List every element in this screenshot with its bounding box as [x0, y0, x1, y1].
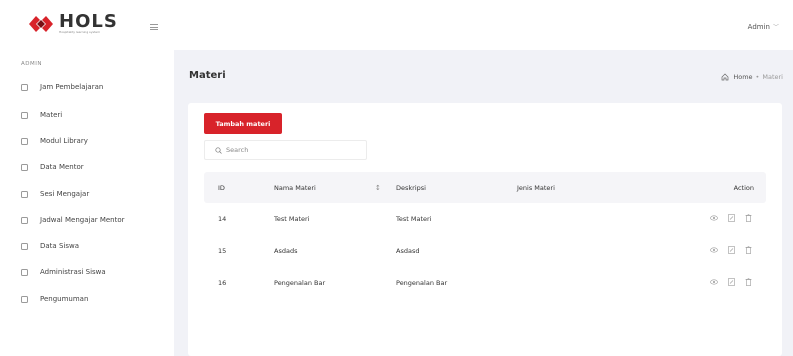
sidebar-item-label: Modul Library	[40, 137, 88, 145]
square-icon	[21, 190, 28, 198]
sidebar-item-jadwal-mengajar-mentor[interactable]: Jadwal Mengajar Mentor	[21, 213, 125, 227]
sidebar-item-jam-pembelajaran[interactable]: Jam Pembelajaran	[21, 80, 103, 94]
edit-icon[interactable]	[728, 246, 735, 256]
row-actions	[700, 267, 752, 299]
eye-icon[interactable]	[710, 215, 718, 223]
square-icon	[21, 216, 28, 224]
cell-nama-materi: Asdads	[274, 247, 298, 255]
breadcrumb-home[interactable]: Home	[733, 73, 752, 81]
column-header-jenis-materi[interactable]: Jenis Materi	[517, 172, 555, 203]
sidebar-item-data-mentor[interactable]: Data Mentor	[21, 160, 84, 174]
table-row: 16 Pengenalan Bar Pengenalan Bar	[204, 267, 766, 299]
square-icon	[21, 137, 28, 145]
sidebar-section-label: ADMIN	[21, 61, 42, 67]
materi-card: Tambah materi ID Nama Materi ↕ Deskripsi…	[188, 103, 782, 356]
top-header: HOLS Hospitality learning system Admin ﹀	[0, 0, 793, 50]
logo-name: HOLS	[59, 11, 118, 32]
eye-icon[interactable]	[710, 247, 718, 255]
square-icon	[21, 83, 28, 91]
sidebar-item-label: Jadwal Mengajar Mentor	[40, 216, 125, 224]
row-actions	[700, 235, 752, 267]
row-actions	[700, 203, 752, 235]
column-header-nama-materi[interactable]: Nama Materi	[274, 172, 316, 203]
breadcrumb-current: Materi	[762, 73, 783, 81]
cell-nama-materi: Test Materi	[274, 215, 310, 223]
edit-icon[interactable]	[728, 214, 735, 224]
breadcrumb-separator: •	[755, 73, 760, 81]
square-icon	[21, 295, 28, 303]
table-row: 15 Asdads Asdasd	[204, 235, 766, 267]
sidebar-item-pengumuman[interactable]: Pengumuman	[21, 292, 88, 306]
trash-icon[interactable]	[745, 214, 752, 224]
sidebar: ADMIN Jam Pembelajaran Materi Modul Libr…	[0, 50, 174, 356]
trash-icon[interactable]	[745, 246, 752, 256]
sidebar-item-label: Data Siswa	[40, 242, 79, 250]
home-icon	[721, 73, 729, 81]
breadcrumb: Home • Materi	[721, 73, 783, 81]
sidebar-item-label: Jam Pembelajaran	[40, 83, 104, 91]
sidebar-item-label: Sesi Mengajar	[40, 190, 90, 198]
sidebar-item-materi[interactable]: Materi	[21, 108, 62, 122]
cell-id: 15	[218, 247, 227, 255]
trash-icon[interactable]	[745, 278, 752, 288]
cell-deskripsi: Test Materi	[396, 215, 432, 223]
square-icon	[21, 268, 28, 276]
cell-nama-materi: Pengenalan Bar	[274, 279, 326, 287]
cell-deskripsi: Pengenalan Bar	[396, 279, 448, 287]
search-box[interactable]	[204, 140, 367, 160]
materi-table: ID Nama Materi ↕ Deskripsi Jenis Materi …	[204, 172, 766, 299]
column-header-deskripsi[interactable]: Deskripsi	[396, 172, 426, 203]
sidebar-item-sesi-mengajar[interactable]: Sesi Mengajar	[21, 187, 89, 201]
sidebar-item-administrasi-siswa[interactable]: Administrasi Siswa	[21, 265, 106, 279]
edit-icon[interactable]	[728, 278, 735, 288]
table-row: 14 Test Materi Test Materi	[204, 203, 766, 235]
sort-icon[interactable]: ↕	[375, 172, 381, 203]
square-icon	[21, 242, 28, 250]
eye-icon[interactable]	[710, 279, 718, 287]
chevron-down-icon: ﹀	[772, 24, 779, 31]
column-header-id[interactable]: ID	[218, 172, 225, 203]
cell-id: 14	[218, 215, 227, 223]
table-header-row: ID Nama Materi ↕ Deskripsi Jenis Materi …	[204, 172, 766, 203]
search-icon	[215, 146, 222, 154]
sidebar-item-modul-library[interactable]: Modul Library	[21, 134, 88, 148]
add-materi-button[interactable]: Tambah materi	[204, 113, 282, 134]
sidebar-item-label: Administrasi Siswa	[40, 268, 106, 276]
user-menu-label: Admin	[747, 23, 770, 31]
hols-logo-mark-icon	[29, 16, 53, 32]
main-content: Materi Home • Materi Tambah materi ID Na…	[174, 50, 793, 356]
hols-logo[interactable]: HOLS Hospitality learning system	[28, 11, 118, 34]
column-header-action: Action	[733, 183, 754, 192]
search-input[interactable]	[226, 146, 356, 154]
square-icon	[21, 163, 28, 171]
sidebar-item-label: Pengumuman	[40, 295, 89, 303]
sidebar-item-label: Data Mentor	[40, 163, 84, 171]
square-icon	[21, 111, 28, 119]
menu-toggle-icon[interactable]	[150, 24, 158, 32]
cell-id: 16	[218, 279, 227, 287]
cell-deskripsi: Asdasd	[396, 247, 420, 255]
sidebar-item-data-siswa[interactable]: Data Siswa	[21, 239, 79, 253]
page-title: Materi	[189, 70, 226, 81]
sidebar-item-label: Materi	[40, 111, 63, 119]
user-menu[interactable]: Admin ﹀	[748, 22, 779, 31]
